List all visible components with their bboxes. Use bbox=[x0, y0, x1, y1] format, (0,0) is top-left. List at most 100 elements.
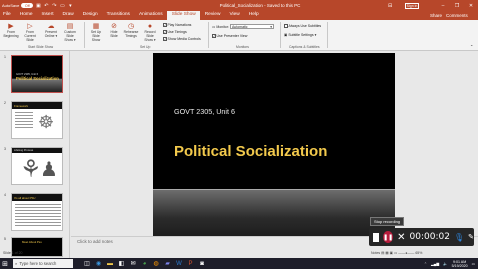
powerpoint-icon[interactable]: P bbox=[187, 260, 195, 268]
use-timings-checkbox[interactable]: ✓ Use Timings bbox=[163, 30, 187, 34]
tab-slide-show[interactable]: Slide Show bbox=[167, 11, 201, 20]
close-button[interactable]: ✕ bbox=[464, 0, 478, 11]
show-hidden-icons-icon[interactable]: ⌃ bbox=[424, 262, 427, 266]
undo-icon[interactable]: ↶ bbox=[43, 3, 49, 9]
slide-number: 2 bbox=[4, 101, 6, 105]
notifications-icon[interactable]: ▭ bbox=[472, 262, 475, 266]
autosave-toggle[interactable]: Off bbox=[21, 3, 34, 8]
recording-toolbar: ❚❚ ✕ 00:00:02 🎙 ✎ bbox=[369, 228, 474, 246]
play-from-start-icon: ▶ bbox=[8, 23, 14, 30]
restore-button[interactable]: ❐ bbox=[450, 0, 464, 11]
comments-button[interactable]: Comments bbox=[446, 13, 468, 18]
sign-in-button[interactable]: Sign in bbox=[405, 2, 419, 9]
edge-icon[interactable]: ◉ bbox=[95, 260, 103, 268]
slide-subtitle[interactable]: GOVT 2305, Unit 6 bbox=[174, 107, 235, 116]
record-icon: ● bbox=[147, 22, 153, 30]
present-online-button[interactable]: ☁ Present Online ▾ bbox=[43, 22, 59, 38]
customize-qat-icon[interactable]: ▾ bbox=[67, 3, 73, 9]
camera-icon[interactable]: ◙ bbox=[198, 260, 206, 268]
notes-placeholder[interactable]: Click to add notes bbox=[77, 239, 113, 244]
mail-icon[interactable]: ✉ bbox=[129, 260, 137, 268]
checkbox-checked-icon: ✓ bbox=[212, 34, 216, 39]
from-current-slide-button[interactable]: ▷ From Current Slide bbox=[22, 22, 38, 42]
volume-icon[interactable]: 🔈 bbox=[443, 262, 447, 266]
setup-icon: ▦ bbox=[92, 23, 100, 30]
tab-help[interactable]: Help bbox=[244, 11, 263, 20]
tab-file[interactable]: File bbox=[0, 11, 15, 20]
zoom-controls[interactable]: Notes ▤ ▦ ▣ ▭ ——●—— 65% bbox=[371, 251, 422, 255]
slide-title[interactable]: Political Socialization bbox=[174, 143, 327, 160]
start-slide-show-group-label: Start Slide Show bbox=[28, 44, 54, 49]
search-icon: ⌕ bbox=[15, 261, 18, 266]
set-up-group-label: Set Up bbox=[140, 44, 151, 49]
recording-timer: 00:00:02 bbox=[409, 232, 450, 242]
slide-thumbnail-4[interactable]: It's all about PSU bbox=[11, 193, 63, 231]
close-recording-icon[interactable]: ✕ bbox=[397, 232, 405, 243]
minimize-button[interactable]: – bbox=[436, 0, 450, 11]
slide-thumbnail-1[interactable]: GOVT 2305, Unit 6 Political Socializatio… bbox=[11, 55, 63, 93]
ribbon: ▶ From Beginning ▷ From Current Slide ☁ … bbox=[0, 20, 478, 51]
redo-icon[interactable]: ↷ bbox=[51, 3, 57, 9]
slide-thumbnail-2[interactable]: Framework ☸ bbox=[11, 101, 63, 139]
tab-view[interactable]: View bbox=[225, 11, 244, 20]
network-icon[interactable]: ▂▄▆ bbox=[431, 262, 439, 266]
slide-number: 1 bbox=[4, 55, 6, 59]
person-illustration-icon: ♟ bbox=[40, 159, 58, 181]
custom-slide-show-button[interactable]: ▤ Custom Slide Show ▾ bbox=[62, 22, 78, 42]
file-explorer-icon[interactable]: ▬ bbox=[106, 260, 114, 268]
share-button[interactable]: Share bbox=[430, 13, 442, 18]
set-up-slide-show-button[interactable]: ▦ Set Up Slide Show bbox=[88, 22, 104, 42]
windows-start-icon[interactable]: ⊞ bbox=[0, 258, 10, 269]
play-narrations-checkbox[interactable]: ✓ Play Narrations bbox=[163, 23, 191, 27]
pause-recording-button[interactable]: ❚❚ bbox=[383, 231, 394, 243]
chrome-icon[interactable]: ◕ bbox=[141, 260, 149, 268]
monitor-icon: ▭ bbox=[212, 24, 216, 29]
subtitle-icon: ▣ bbox=[284, 33, 288, 37]
slide-thumbnail-3[interactable]: Lifelong Process ⚘ ♟ bbox=[11, 147, 63, 185]
task-view-icon[interactable]: ◫ bbox=[83, 260, 91, 268]
tab-review[interactable]: Review bbox=[200, 11, 225, 20]
subtitle-settings-button[interactable]: ▣ Subtitle Settings ▾ bbox=[284, 33, 316, 37]
monitor-dropdown[interactable]: ▭ Monitor: Automatic ▾ bbox=[212, 24, 274, 29]
save-icon[interactable]: ▣ bbox=[35, 3, 41, 9]
slide-number: 4 bbox=[4, 193, 6, 197]
ribbon-separator bbox=[280, 22, 281, 48]
slide-thumbnail-pane[interactable]: 1 GOVT 2305, Unit 6 Political Socializat… bbox=[0, 51, 70, 258]
stop-recording-button[interactable] bbox=[373, 232, 380, 242]
record-slide-show-button[interactable]: ● Record Slide Show ▾ bbox=[142, 22, 158, 43]
use-presenter-view-checkbox[interactable]: ✓ Use Presenter View bbox=[212, 34, 247, 38]
checkbox-checked-icon: ✓ bbox=[163, 37, 167, 42]
play-current-icon: ▷ bbox=[27, 23, 33, 30]
word-icon[interactable]: W bbox=[175, 260, 183, 268]
ribbon-display-options-icon[interactable]: ⊟ bbox=[388, 3, 392, 9]
title-bar: AutoSave Off ▣ ↶ ↷ ▭ ▾ Political_Sociali… bbox=[0, 0, 478, 11]
slide-footer-band bbox=[153, 189, 395, 237]
tab-insert[interactable]: Insert bbox=[37, 11, 58, 20]
hide-slide-button[interactable]: ⊘ Hide Slide bbox=[106, 22, 122, 38]
stopwatch-icon: ◷ bbox=[127, 23, 135, 30]
always-use-subtitles-checkbox[interactable]: Always Use Subtitles bbox=[284, 24, 321, 28]
tab-draw[interactable]: Draw bbox=[58, 11, 78, 20]
present-icon[interactable]: ▭ bbox=[59, 3, 65, 9]
store-icon[interactable]: ◧ bbox=[118, 260, 126, 268]
tab-design[interactable]: Design bbox=[78, 11, 102, 20]
tab-animations[interactable]: Animations bbox=[134, 11, 167, 20]
rehearse-timings-button[interactable]: ◷ Rehearse Timings bbox=[123, 22, 139, 38]
monitor-select[interactable]: Automatic ▾ bbox=[229, 24, 274, 29]
tab-transitions[interactable]: Transitions bbox=[102, 11, 134, 20]
monitors-group-label: Monitors bbox=[236, 44, 250, 49]
taskbar-clock[interactable]: 9:01 AM 5/19/2020 bbox=[452, 260, 468, 268]
firefox-icon[interactable]: ◍ bbox=[152, 260, 160, 268]
teams-icon[interactable]: ▰ bbox=[164, 260, 172, 268]
collapse-ribbon-icon[interactable]: ⌃ bbox=[470, 44, 473, 49]
show-media-controls-checkbox[interactable]: ✓ Show Media Controls bbox=[163, 37, 201, 41]
tab-home[interactable]: Home bbox=[15, 11, 37, 20]
microphone-icon[interactable]: 🎙 bbox=[454, 233, 464, 242]
pen-icon[interactable]: ✎ bbox=[468, 233, 474, 241]
from-beginning-button[interactable]: ▶ From Beginning bbox=[3, 22, 19, 38]
current-slide[interactable]: GOVT 2305, Unit 6 Political Socializatio… bbox=[153, 53, 395, 237]
diagram-icon: ☸ bbox=[38, 112, 55, 132]
taskbar-search-box[interactable]: ⌕ Type here to search bbox=[13, 259, 73, 268]
checkbox-unchecked-icon bbox=[284, 24, 288, 28]
windows-taskbar: ⊞ ⌕ Type here to search ◫ ◉ ▬ ◧ ✉ ◕ ◍ ▰ … bbox=[0, 258, 478, 269]
